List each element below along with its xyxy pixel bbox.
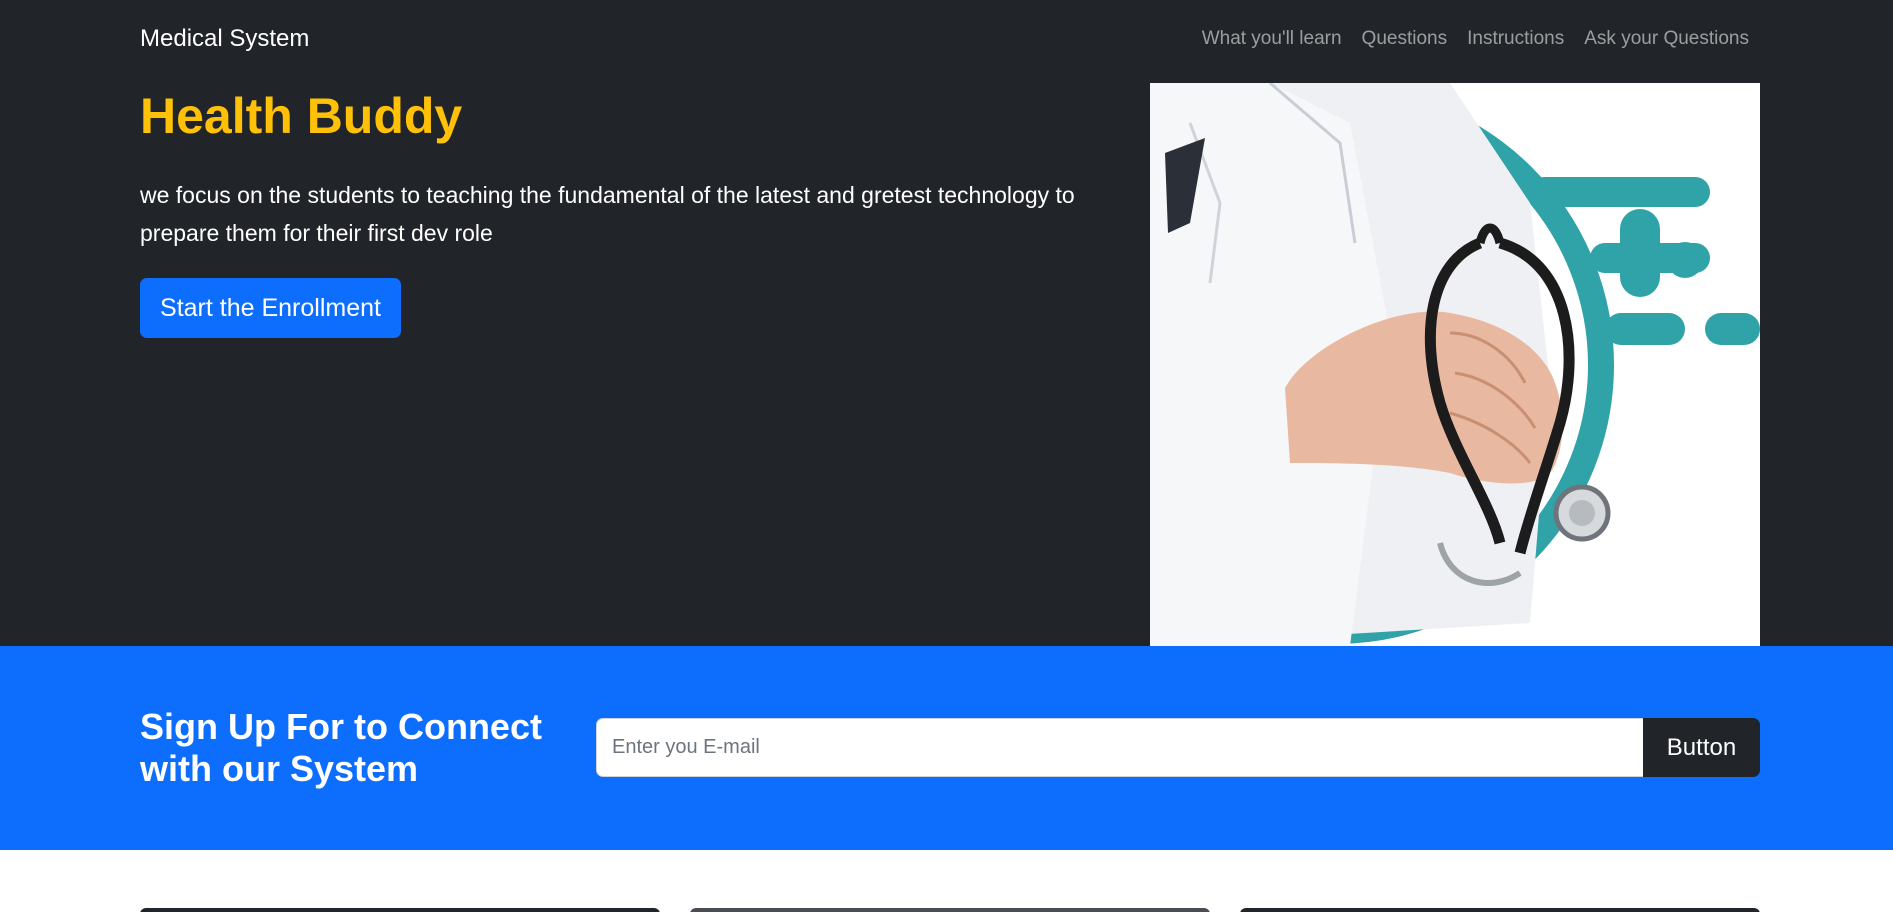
start-enrollment-button[interactable]: Start the Enrollment: [140, 278, 401, 338]
card-1: [140, 908, 660, 912]
nav-link-questions[interactable]: Questions: [1362, 26, 1448, 52]
nav-links: What you'll learn Questions Instructions…: [1202, 26, 1749, 52]
hero-title: Health Buddy: [140, 88, 463, 144]
doctor-stethoscope-image: [1150, 83, 1760, 646]
hero-section: Health Buddy we focus on the students to…: [0, 80, 1893, 646]
nav-link-instructions[interactable]: Instructions: [1467, 26, 1564, 52]
hero-description: we focus on the students to teaching the…: [140, 182, 1075, 246]
navbar-brand[interactable]: Medical System: [140, 24, 309, 54]
signup-button[interactable]: Button: [1643, 718, 1760, 777]
doctor-illustration: [1150, 83, 1760, 646]
email-input[interactable]: [596, 718, 1643, 777]
card-2: [690, 908, 1210, 912]
navbar: Medical System What you'll learn Questio…: [0, 0, 1893, 80]
cards-section: [0, 850, 1893, 912]
nav-link-ask-your-questions[interactable]: Ask your Questions: [1584, 26, 1749, 52]
card-3: [1240, 908, 1760, 912]
nav-link-what-youll-learn[interactable]: What you'll learn: [1202, 26, 1342, 52]
signup-title: Sign Up For to Connect with our System: [140, 706, 542, 789]
signup-section: Sign Up For to Connect with our System B…: [0, 646, 1893, 850]
signup-input-group: Button: [596, 718, 1760, 777]
